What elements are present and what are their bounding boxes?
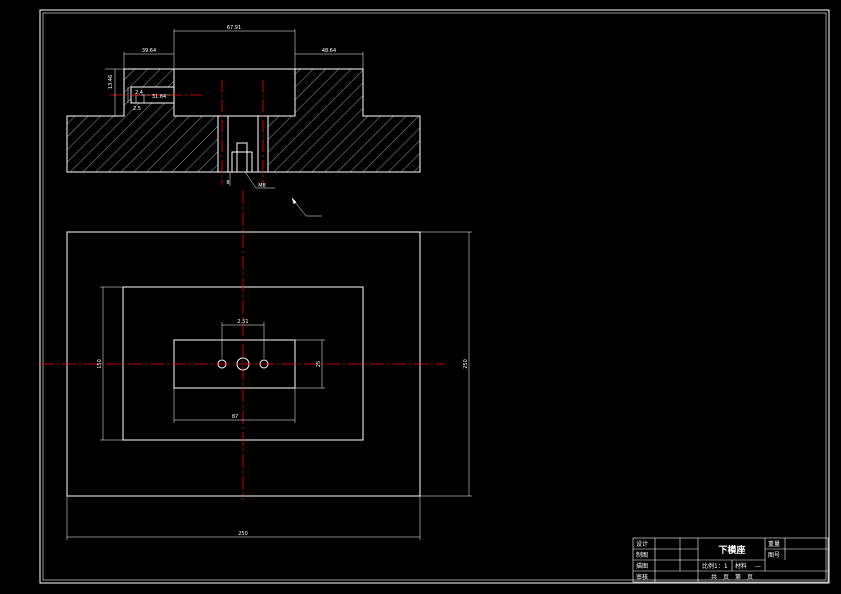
dim-hole-small: 8 xyxy=(226,180,229,186)
dim-middle-height: 150 xyxy=(97,359,103,369)
tb-weight-label: 重量 xyxy=(768,540,780,548)
dim-thread: M8 xyxy=(258,183,266,189)
dim-hole-spacing: 2.51 xyxy=(237,319,248,325)
dim-inner-height: 25 xyxy=(316,361,322,367)
dim-right-shoulder: 48.64 xyxy=(322,48,336,54)
dim-pocket-depth: 31.64 xyxy=(152,94,166,100)
section-hatched-body xyxy=(66,68,219,173)
center-bore xyxy=(217,115,269,173)
section-hatched-body-right xyxy=(267,68,421,173)
tb-title: 下模座 xyxy=(718,544,745,556)
dim-outer-height: 250 xyxy=(463,359,469,369)
tb-material-value: — xyxy=(755,563,761,570)
tb-row-design: 设计 xyxy=(636,540,648,548)
dim-inner-width: 87 xyxy=(232,414,238,420)
dim-left-shoulder: 39.64 xyxy=(142,48,156,54)
plan-view: 2.51 87 25 150 250 250 xyxy=(40,190,472,540)
tb-material-label: 材料 xyxy=(735,562,747,570)
title-block: 设计 制图 描图 审核 下模座 重量 图号 比例1：1 材料 — 共 页 第 页 xyxy=(632,537,829,583)
tb-sheets: 共 页 第 页 xyxy=(711,573,753,581)
tb-row-trace: 描图 xyxy=(636,562,648,570)
cad-drawing: 67.91 39.64 48.64 13.46 31.64 2.4 2.5 8 … xyxy=(39,9,830,584)
dim-pocket-small-2: 2.5 xyxy=(133,106,141,112)
dim-outer-width: 250 xyxy=(238,531,248,537)
tb-scale: 比例1：1 xyxy=(702,562,728,570)
dim-pocket-small: 2.4 xyxy=(135,90,143,96)
dim-left-height: 13.46 xyxy=(108,75,114,89)
tb-drawing-no-label: 图号 xyxy=(768,552,780,559)
tb-row-draft: 制图 xyxy=(636,551,648,559)
dim-top-width: 67.91 xyxy=(227,25,241,31)
tb-row-review: 审核 xyxy=(636,573,648,581)
section-view: 67.91 39.64 48.64 13.46 31.64 2.4 2.5 8 … xyxy=(66,25,421,217)
